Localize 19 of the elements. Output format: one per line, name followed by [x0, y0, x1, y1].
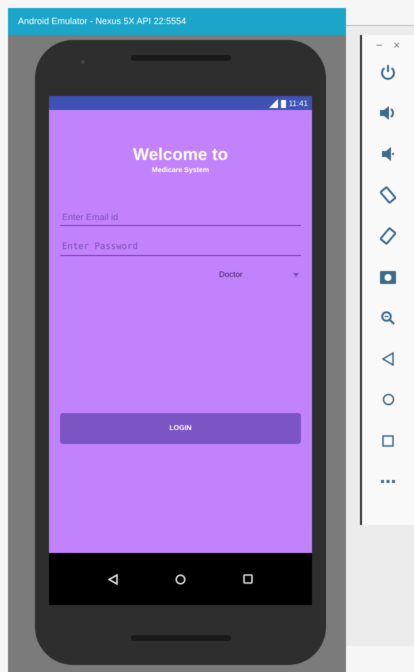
power-icon[interactable] [380, 64, 396, 80]
role-dropdown[interactable]: Doctor [219, 270, 301, 279]
caret-icon [293, 272, 299, 276]
password-field[interactable]: Enter Password [60, 240, 301, 256]
rotate-right-icon[interactable] [380, 226, 396, 244]
email-field[interactable]: Enter Email id [60, 210, 301, 226]
status-time: 11:41 [288, 98, 308, 108]
window-title: Android Emulator - Nexus 5X API 22:5554 [8, 8, 346, 35]
zoom-icon[interactable] [381, 310, 395, 324]
battery-icon [280, 98, 286, 108]
welcome-title: Welcome to [132, 145, 228, 165]
camera-icon[interactable] [380, 270, 396, 284]
more-icon[interactable] [381, 480, 395, 483]
close-button[interactable]: × [393, 41, 401, 51]
minimize-button[interactable]: − [375, 41, 383, 51]
rotate-left-icon[interactable] [380, 186, 396, 204]
signal-icon [268, 98, 278, 108]
speaker-icon[interactable] [382, 146, 394, 160]
speaker-loud-icon[interactable] [380, 106, 396, 120]
